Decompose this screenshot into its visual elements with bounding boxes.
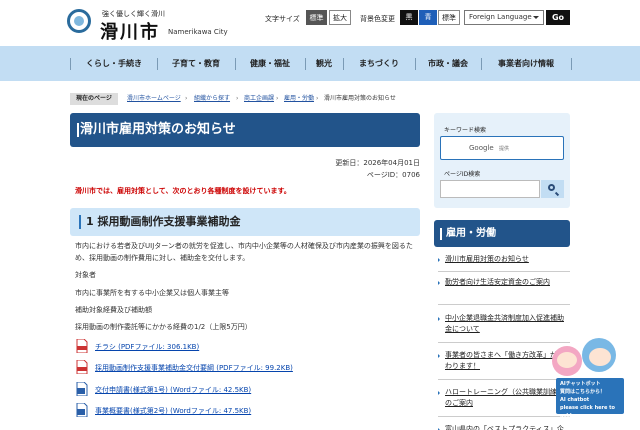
breadcrumb-separator-icon: › bbox=[236, 95, 239, 102]
pdf-file-icon bbox=[76, 360, 88, 374]
pageid-search-label: ページID検索 bbox=[444, 171, 481, 178]
google-brand-text: Google bbox=[469, 144, 494, 152]
flyer-pdf-link[interactable]: チラシ (PDFファイル: 306.1KB) bbox=[95, 342, 199, 352]
application-form-word-link[interactable]: 交付申請書(様式第1号) (Wordファイル: 42.5KB) bbox=[95, 385, 251, 395]
breadcrumb-label: 現在のページ bbox=[70, 93, 118, 105]
nav-item-health[interactable]: 健康・福祉 bbox=[236, 46, 304, 81]
language-select[interactable]: Foreign Language bbox=[464, 10, 544, 25]
bg-color-label: 背景色変更 bbox=[360, 15, 395, 23]
word-file-icon bbox=[76, 382, 88, 396]
chatbot-line-4: please click here to ask! bbox=[560, 405, 615, 419]
breadcrumb-separator-icon: › bbox=[316, 95, 319, 102]
nav-divider bbox=[70, 58, 71, 70]
font-standard-button[interactable]: 標準 bbox=[306, 10, 327, 25]
keyword-search-label: キーワード検索 bbox=[444, 127, 487, 134]
section-heading: 1 採用動画制作支援事業補助金 bbox=[70, 208, 420, 236]
breadcrumb-separator-icon: › bbox=[276, 95, 279, 102]
sidebar-section-title[interactable]: 雇用・労働 bbox=[434, 220, 570, 247]
nav-item-town[interactable]: まちづくり bbox=[344, 46, 414, 81]
bg-standard-button[interactable]: 標準 bbox=[438, 10, 460, 25]
breadcrumb-org-link[interactable]: 組織から探す bbox=[194, 92, 230, 106]
pageid-search-button[interactable] bbox=[541, 180, 564, 198]
search-panel: キーワード検索 Google 提供 ページID検索 bbox=[434, 113, 570, 208]
bg-black-button[interactable]: 黒 bbox=[400, 10, 418, 25]
page-id: ページID：0706 bbox=[366, 171, 420, 179]
city-emblem-icon[interactable] bbox=[67, 9, 91, 33]
eligibility-text: 市内に事業所を有する中小企業又は個人事業主等 bbox=[75, 289, 229, 297]
chatbot-label: AIチャットボット 質問はこちらから！ AI chatbot please cl… bbox=[556, 378, 624, 419]
site-header: 強く優しく輝く滑川 滑川市 Namerikawa City 文字サイズ 標準 拡… bbox=[0, 0, 640, 46]
subsidy-label: 補助対象経費及び補助額 bbox=[75, 306, 152, 314]
breadcrumb-category-link[interactable]: 雇用・労働 bbox=[284, 92, 314, 106]
section-description: 市内における若者及びUIJターン者の就労を促進し、市内中小企業等の人材確保及び市… bbox=[75, 242, 413, 262]
page-title: 滑川市雇用対策のお知らせ bbox=[70, 113, 420, 147]
breadcrumb-separator-icon: › bbox=[185, 95, 188, 102]
nav-item-business[interactable]: 事業者向け情報 bbox=[482, 46, 570, 81]
pdf-file-icon bbox=[76, 339, 88, 353]
ai-chatbot-launcher[interactable]: AIチャットボット 質問はこちらから！ AI chatbot please cl… bbox=[552, 338, 624, 419]
sidebar-link[interactable]: 事業者の皆さまへ「働き方改革」が変わります！ bbox=[438, 346, 570, 380]
pageid-search-input[interactable] bbox=[440, 180, 540, 198]
nav-item-tourism[interactable]: 観光 bbox=[306, 46, 342, 81]
font-size-label: 文字サイズ bbox=[265, 15, 300, 23]
sidebar-link[interactable]: 滑川市雇用対策のお知らせ bbox=[438, 250, 570, 272]
chatbot-line-1: AIチャットボット bbox=[560, 381, 601, 387]
sidebar-link[interactable]: 中小企業退職金共済制度加入促進補助金について bbox=[438, 309, 570, 343]
breadcrumb: 現在のページ 滑川市ホームページ › 組織から探す › 商工企画課 › 雇用・労… bbox=[70, 92, 570, 106]
mascot-face-icon bbox=[557, 352, 577, 368]
sidebar-link[interactable]: 勤労者向け生活安定資金のご案内 bbox=[438, 273, 570, 305]
subsidy-text: 採用動画の制作委託等にかかる経費の1/2（上限5万円） bbox=[75, 323, 252, 331]
mascot-face-icon bbox=[589, 348, 611, 366]
site-logo-name[interactable]: 滑川市 bbox=[100, 18, 160, 44]
nav-divider bbox=[571, 58, 572, 70]
sidebar-link[interactable]: ハロートレーニング（公共職業訓練）のご案内 bbox=[438, 383, 570, 417]
word-file-icon bbox=[76, 403, 88, 417]
intro-notice: 滑川市では、雇用対策として、次のとおり各種制度を設けています。 bbox=[75, 187, 291, 195]
font-large-button[interactable]: 拡大 bbox=[329, 10, 351, 25]
nav-item-childcare[interactable]: 子育て・教育 bbox=[158, 46, 234, 81]
nav-item-government[interactable]: 市政・議会 bbox=[416, 46, 480, 81]
chatbot-line-3: AI chatbot bbox=[560, 397, 590, 403]
breadcrumb-current: 滑川市雇用対策のお知らせ bbox=[324, 95, 396, 102]
keyword-search-input[interactable]: Google 提供 bbox=[440, 136, 564, 160]
google-provider-text: 提供 bbox=[499, 146, 510, 152]
nav-item-living[interactable]: くらし・手続き bbox=[72, 46, 156, 81]
global-nav: くらし・手続き 子育て・教育 健康・福祉 観光 まちづくり 市政・議会 事業者向… bbox=[0, 46, 640, 81]
search-icon bbox=[548, 184, 555, 191]
guidelines-pdf-link[interactable]: 採用動画制作支援事業補助金交付要綱 (PDFファイル: 99.2KB) bbox=[95, 363, 293, 373]
sidebar-link[interactable]: 富山県内の「ベストプラクティス」企業 bbox=[438, 420, 570, 430]
updated-date: 更新日：2026年04月01日 bbox=[335, 159, 420, 167]
chatbot-line-2: 質問はこちらから！ bbox=[560, 389, 606, 395]
bg-blue-button[interactable]: 青 bbox=[419, 10, 437, 25]
language-go-button[interactable]: Go bbox=[546, 10, 570, 25]
business-outline-word-link[interactable]: 事業概要書(様式第2号) (Wordファイル: 47.5KB) bbox=[95, 406, 251, 416]
breadcrumb-home-link[interactable]: 滑川市ホームページ bbox=[127, 92, 181, 106]
breadcrumb-dept-link[interactable]: 商工企画課 bbox=[244, 92, 274, 106]
site-logo-english: Namerikawa City bbox=[168, 28, 228, 36]
eligibility-label: 対象者 bbox=[75, 271, 96, 279]
